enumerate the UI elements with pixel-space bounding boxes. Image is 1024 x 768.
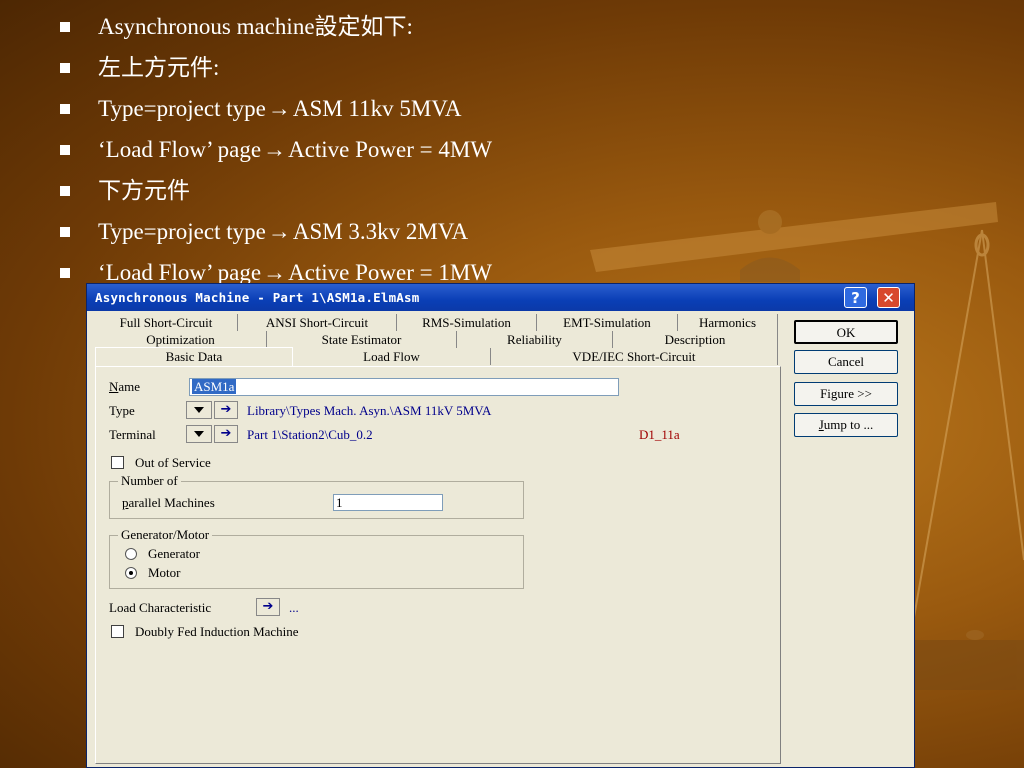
- bullet-item: Type=project type → ASM 11kv 5MVA: [60, 88, 492, 129]
- type-jump-button[interactable]: ➔: [214, 401, 238, 419]
- right-arrow-icon: →: [267, 218, 291, 244]
- bullet-square-icon: [60, 144, 70, 155]
- tab-description[interactable]: Description: [613, 331, 778, 348]
- generator-motor-group: Generator/Motor Generator Motor: [109, 527, 524, 589]
- tab-row: Full Short-Circuit ANSI Short-Circuit RM…: [95, 314, 781, 331]
- type-dropdown-button[interactable]: [186, 401, 212, 419]
- tab-reliability[interactable]: Reliability: [457, 331, 613, 348]
- help-button[interactable]: ?: [844, 287, 867, 308]
- tab-state-estimator[interactable]: State Estimator: [267, 331, 457, 348]
- tab-emt-simulation[interactable]: EMT-Simulation: [537, 314, 678, 331]
- jump-to-button[interactable]: Jump to ...: [794, 413, 898, 437]
- load-characteristic-label: Load Characteristic: [109, 600, 212, 615]
- generator-label: Generator: [148, 546, 200, 561]
- dialog-title-bar[interactable]: Asynchronous Machine - Part 1\ASM1a.ElmA…: [87, 284, 914, 311]
- number-of-group: Number of parallel Machines 1: [109, 473, 524, 519]
- terminal-label: Terminal: [109, 427, 156, 442]
- bullet-square-icon: [60, 267, 70, 278]
- out-of-service-checkbox[interactable]: [111, 456, 124, 469]
- bullet-square-icon: [60, 226, 70, 237]
- cancel-button[interactable]: Cancel: [794, 350, 898, 374]
- bullet-item: Type=project type → ASM 3.3kv 2MVA: [60, 211, 492, 252]
- bullet-item: ‘Load Flow’ page → Active Power = 4MW: [60, 129, 492, 170]
- terminal-node-label: D1_11a: [639, 427, 680, 442]
- generator-radio[interactable]: [125, 548, 137, 560]
- parallel-machines-input[interactable]: 1: [333, 494, 443, 511]
- generator-motor-group-label: Generator/Motor: [118, 527, 213, 543]
- name-label: Name: [109, 379, 141, 394]
- bullet-square-icon: [60, 21, 70, 32]
- type-label: Type: [109, 403, 135, 418]
- number-of-group-label: Number of: [118, 473, 181, 489]
- type-value-link[interactable]: Library\Types Mach. Asyn.\ASM 11kV 5MVA: [247, 403, 491, 419]
- bullet-square-icon: [60, 103, 70, 114]
- tab-harmonics[interactable]: Harmonics: [678, 314, 778, 331]
- bullet-item: Asynchronous machine設定如下:: [60, 6, 492, 47]
- bullet-item: 左上方元件:: [60, 47, 492, 88]
- tab-row: Basic Data Load Flow VDE/IEC Short-Circu…: [95, 347, 781, 366]
- tab-row: Optimization State Estimator Reliability…: [95, 331, 781, 348]
- asynchronous-machine-dialog: Asynchronous Machine - Part 1\ASM1a.ElmA…: [86, 283, 915, 768]
- tab-load-flow[interactable]: Load Flow: [293, 348, 491, 365]
- tab-full-short-circuit[interactable]: Full Short-Circuit: [95, 314, 238, 331]
- motor-label: Motor: [148, 565, 181, 580]
- name-input[interactable]: ASM1a: [189, 378, 619, 396]
- right-arrow-icon: →: [263, 136, 287, 162]
- terminal-jump-button[interactable]: ➔: [214, 425, 238, 443]
- figure-button[interactable]: Figure >>: [794, 382, 898, 406]
- terminal-value-link[interactable]: Part 1\Station2\Cub_0.2: [247, 427, 373, 443]
- tab-ansi-short-circuit[interactable]: ANSI Short-Circuit: [238, 314, 397, 331]
- tab-basic-data[interactable]: Basic Data: [95, 347, 293, 366]
- dialog-title: Asynchronous Machine - Part 1\ASM1a.ElmA…: [95, 290, 420, 305]
- basic-data-panel: Name ASM1a Type ➔ Library\Types Mach. As…: [95, 366, 781, 764]
- bullet-item: 下方元件: [60, 170, 492, 211]
- load-characteristic-value-link[interactable]: ...: [289, 600, 299, 616]
- parallel-machines-label: parallel Machines: [122, 495, 215, 510]
- doubly-fed-checkbox[interactable]: [111, 625, 124, 638]
- out-of-service-label: Out of Service: [135, 455, 211, 470]
- terminal-dropdown-button[interactable]: [186, 425, 212, 443]
- close-button[interactable]: ✕: [877, 287, 900, 308]
- right-arrow-icon: →: [267, 95, 291, 121]
- tab-optimization[interactable]: Optimization: [95, 331, 267, 348]
- tab-rms-simulation[interactable]: RMS-Simulation: [397, 314, 537, 331]
- tab-strip: Full Short-Circuit ANSI Short-Circuit RM…: [95, 314, 781, 366]
- chevron-down-icon: [194, 431, 204, 437]
- tab-vde-iec-short-circuit[interactable]: VDE/IEC Short-Circuit: [491, 348, 778, 365]
- bullet-square-icon: [60, 185, 70, 196]
- load-characteristic-jump-button[interactable]: ➔: [256, 598, 280, 616]
- motor-radio[interactable]: [125, 567, 137, 579]
- slide-bullet-list: Asynchronous machine設定如下: 左上方元件: Type=pr…: [60, 6, 492, 293]
- doubly-fed-label: Doubly Fed Induction Machine: [135, 624, 299, 639]
- ok-button[interactable]: OK: [794, 320, 898, 344]
- chevron-down-icon: [194, 407, 204, 413]
- bullet-square-icon: [60, 62, 70, 73]
